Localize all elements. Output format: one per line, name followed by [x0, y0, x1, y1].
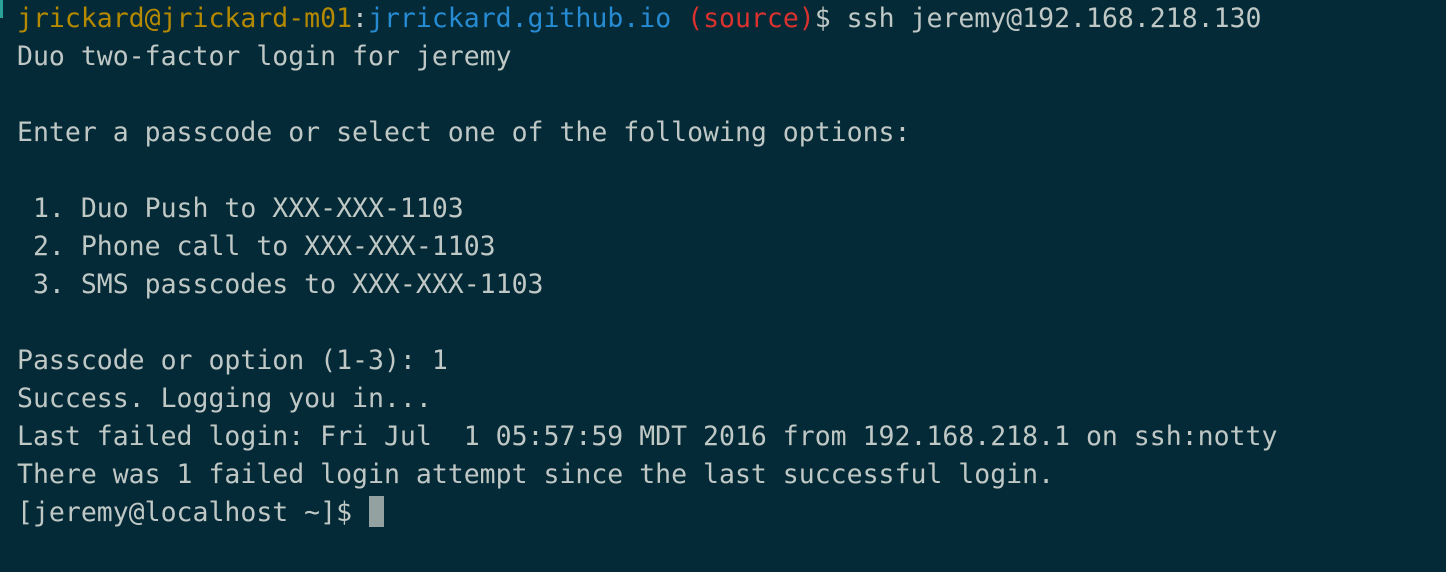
login-success-message: Success. Logging you in... [17, 383, 432, 414]
option-duo-push: 1. Duo Push to XXX-XXX-1103 [17, 193, 464, 224]
output-line-blank [17, 152, 1446, 190]
option-sms-passcodes: 3. SMS passcodes to XXX-XXX-1103 [17, 269, 544, 300]
output-line-blank [17, 304, 1446, 342]
ssh-command: ssh jeremy@192.168.218.130 [846, 3, 1262, 34]
prompt-dollar: $ [814, 3, 847, 34]
prompt-user-host: jrickard@jrickard-m01 [17, 3, 353, 34]
terminal-window[interactable]: jrickard@jrickard-m01:jrrickard.github.i… [0, 0, 1446, 572]
local-prompt-line: jrickard@jrickard-m01:jrrickard.github.i… [17, 0, 1446, 38]
failed-attempts-message: There was 1 failed login attempt since t… [17, 459, 1055, 490]
last-failed-login-message: Last failed login: Fri Jul 1 05:57:59 MD… [17, 421, 1278, 452]
remote-prompt-line[interactable]: [jeremy@localhost ~]$ [17, 494, 1446, 532]
prompt-git-branch: (source) [671, 3, 815, 34]
output-line-blank [17, 76, 1446, 114]
passcode-input-line: Passcode or option (1-3): 1 [17, 345, 448, 376]
prompt-separator: : [352, 3, 369, 34]
prompt-directory: jrrickard.github.io [368, 3, 672, 34]
output-line-duo-title: Duo two-factor login for jeremy [17, 41, 512, 72]
terminal-edge-marker [0, 0, 3, 18]
remote-prompt: [jeremy@localhost ~]$ [17, 497, 368, 528]
text-cursor[interactable] [369, 496, 384, 527]
option-phone-call: 2. Phone call to XXX-XXX-1103 [17, 231, 496, 262]
output-line-instructions: Enter a passcode or select one of the fo… [17, 117, 911, 148]
